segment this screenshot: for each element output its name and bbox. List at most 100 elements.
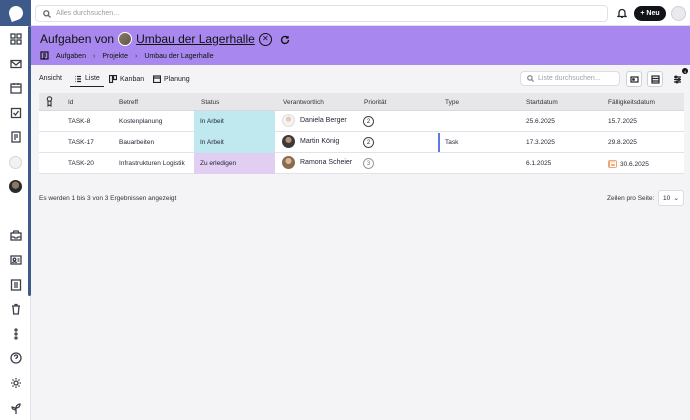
task-id[interactable]: TASK-17 bbox=[68, 139, 94, 146]
table-row[interactable]: TASK-8 Kostenplanung In Arbeit Daniela B… bbox=[39, 111, 684, 132]
column-header-owner[interactable]: Verantwortlich bbox=[283, 99, 324, 106]
column-header-subject[interactable]: Betreff bbox=[119, 99, 138, 106]
tab-kanban[interactable]: Kanban bbox=[105, 71, 148, 87]
due-date: 30.6.2025 bbox=[620, 161, 649, 168]
new-button-label: Neu bbox=[646, 10, 660, 17]
new-button[interactable]: + Neu bbox=[634, 6, 666, 21]
filter-count-badge: 4 bbox=[682, 68, 688, 74]
rows-per-page-select[interactable]: 10 ⌄ bbox=[658, 190, 684, 206]
settings-icon[interactable] bbox=[9, 376, 23, 390]
breadcrumb-project[interactable]: Umbau der Lagerhalle bbox=[144, 53, 213, 60]
owner: Martin König bbox=[282, 135, 339, 148]
task-subject: Kostenplanung bbox=[119, 118, 163, 125]
task-type: Task bbox=[445, 139, 459, 146]
tab-list-label: Liste bbox=[85, 75, 100, 82]
column-header-due[interactable]: Fälligkeitsdatum bbox=[608, 99, 655, 106]
results-summary: Es werden 1 bis 3 von 3 Ergebnissen ange… bbox=[39, 195, 177, 202]
global-search-input[interactable]: Alles durchsuchen... bbox=[35, 5, 608, 22]
tab-planning-label: Planung bbox=[164, 75, 190, 83]
priority-badge: 2 bbox=[363, 137, 374, 148]
avatar bbox=[282, 135, 295, 148]
sliders-icon bbox=[673, 75, 681, 83]
chevron-down-icon: ⌄ bbox=[673, 195, 679, 202]
plus-icon: + bbox=[640, 10, 645, 17]
refresh-icon[interactable] bbox=[280, 34, 290, 45]
filter-settings-button[interactable]: 4 bbox=[669, 68, 688, 87]
owner-name: Daniela Berger bbox=[300, 117, 347, 124]
checklist-icon[interactable] bbox=[9, 106, 23, 120]
top-bar: Alles durchsuchen... + Neu bbox=[31, 0, 690, 26]
due-date: 15.7.2025 bbox=[608, 118, 637, 125]
calendar-icon[interactable] bbox=[9, 81, 23, 95]
tasks-table: Id Betreff Status Verantwortlich Priorit… bbox=[39, 93, 684, 174]
avatar bbox=[282, 156, 295, 169]
tasks-breadcrumb-icon bbox=[40, 51, 49, 62]
table-export-icon bbox=[650, 74, 660, 84]
plant-icon[interactable] bbox=[9, 402, 23, 416]
dashboard-icon[interactable] bbox=[9, 32, 23, 46]
column-settings-icon[interactable] bbox=[45, 96, 54, 109]
column-header-priority[interactable]: Priorität bbox=[364, 99, 386, 106]
search-icon bbox=[43, 9, 51, 18]
status-badge[interactable]: Zu erledigen bbox=[194, 153, 275, 174]
view-toolbar: Ansicht Liste Kanban Planung Liste durch… bbox=[31, 65, 690, 91]
breadcrumb-projects[interactable]: Projekte bbox=[102, 53, 128, 60]
card-view-button[interactable] bbox=[626, 71, 642, 87]
overdue-calendar-icon bbox=[608, 160, 617, 168]
projects-icon[interactable] bbox=[9, 130, 23, 144]
inbox-icon[interactable] bbox=[9, 229, 23, 243]
column-header-id[interactable]: Id bbox=[68, 99, 73, 106]
breadcrumb: Aufgaben › Projekte › Umbau der Lagerhal… bbox=[40, 51, 214, 62]
table-header: Id Betreff Status Verantwortlich Priorit… bbox=[39, 93, 684, 111]
task-id[interactable]: TASK-8 bbox=[68, 118, 90, 125]
column-header-start[interactable]: Startdatum bbox=[526, 99, 558, 106]
owner-name: Martin König bbox=[300, 138, 340, 145]
priority-badge: 2 bbox=[363, 116, 374, 127]
task-id[interactable]: TASK-20 bbox=[68, 160, 94, 167]
user-avatar[interactable] bbox=[9, 156, 22, 169]
mail-icon[interactable] bbox=[9, 57, 23, 71]
owner: Ramona Scheier bbox=[282, 156, 352, 169]
task-subject: Bauarbeiten bbox=[119, 139, 155, 146]
export-button[interactable] bbox=[647, 71, 663, 87]
tab-planning[interactable]: Planung bbox=[149, 71, 194, 87]
status-badge[interactable]: In Arbeit bbox=[194, 111, 275, 132]
breadcrumb-tasks[interactable]: Aufgaben bbox=[56, 53, 86, 60]
table-row[interactable]: TASK-20 Infrastrukturen Logistik Zu erle… bbox=[39, 153, 684, 174]
project-link[interactable]: Umbau der Lagerhalle bbox=[136, 32, 255, 46]
column-header-status[interactable]: Status bbox=[201, 99, 219, 106]
search-icon bbox=[527, 75, 534, 82]
status-badge[interactable]: In Arbeit bbox=[194, 132, 275, 153]
list-search-placeholder: Liste durchsuchen... bbox=[538, 75, 601, 82]
clear-filter-close-icon[interactable]: ✕ bbox=[258, 32, 272, 46]
project-avatar[interactable] bbox=[9, 180, 22, 193]
notifications-bell-icon[interactable] bbox=[616, 8, 628, 18]
contacts-icon[interactable] bbox=[9, 253, 23, 267]
rows-per-page-label: Zeilen pro Seite: bbox=[607, 195, 655, 202]
tab-kanban-label: Kanban bbox=[120, 75, 145, 83]
calendar-icon bbox=[153, 75, 161, 83]
help-icon[interactable] bbox=[9, 351, 23, 365]
avatar bbox=[282, 114, 295, 127]
view-label: Ansicht bbox=[39, 75, 62, 82]
tab-list[interactable]: Liste bbox=[70, 71, 104, 87]
owner: Daniela Berger bbox=[282, 114, 347, 127]
type-indicator bbox=[438, 133, 440, 152]
current-user-avatar[interactable] bbox=[671, 6, 686, 21]
start-date: 6.1.2025 bbox=[526, 160, 552, 167]
start-date: 25.6.2025 bbox=[526, 118, 555, 125]
trash-icon[interactable] bbox=[9, 302, 23, 316]
more-icon[interactable] bbox=[9, 327, 23, 341]
chevron-right-icon: › bbox=[135, 53, 138, 60]
billing-icon[interactable] bbox=[9, 278, 23, 292]
table-row[interactable]: TASK-17 Bauarbeiten In Arbeit Martin Kön… bbox=[39, 132, 684, 153]
app-logo[interactable] bbox=[0, 0, 31, 26]
column-header-type[interactable]: Type bbox=[445, 99, 459, 106]
list-search-input[interactable]: Liste durchsuchen... bbox=[520, 71, 620, 86]
start-date: 17.3.2025 bbox=[526, 139, 555, 146]
due-date: 29.8.2025 bbox=[608, 139, 637, 146]
project-avatar bbox=[118, 32, 133, 46]
owner-name: Ramona Scheier bbox=[300, 159, 353, 166]
page-header: Aufgaben von Umbau der Lagerhalle ✕ Aufg… bbox=[31, 26, 690, 65]
page-title: Aufgaben von Umbau der Lagerhalle ✕ bbox=[40, 32, 290, 46]
